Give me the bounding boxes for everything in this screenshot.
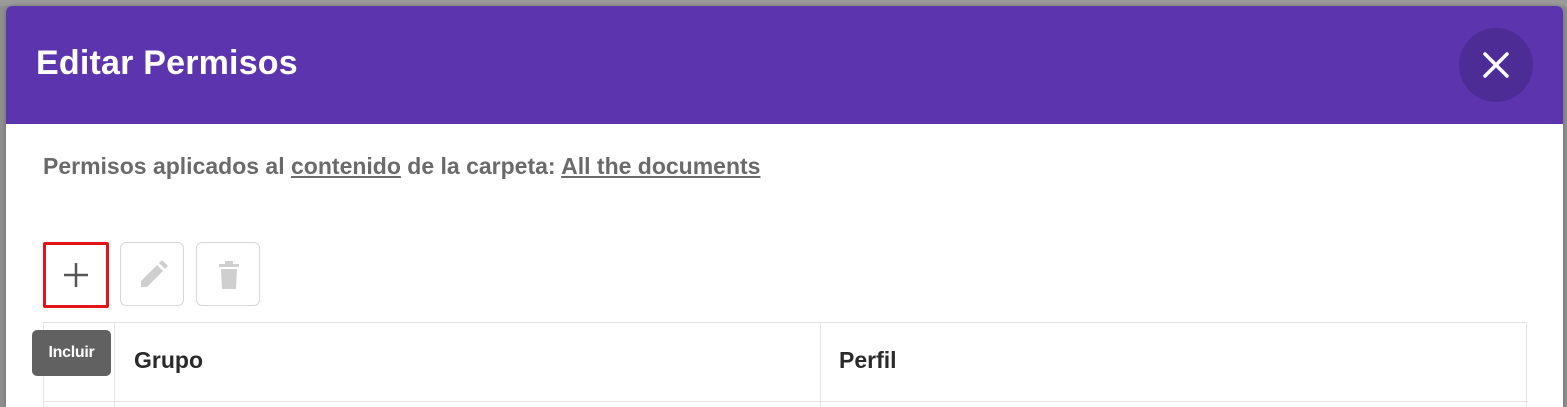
column-header-label: Grupo (134, 347, 203, 373)
edit-permission-button[interactable] (120, 242, 184, 306)
content-link[interactable]: contenido (291, 153, 401, 179)
description-middle: de la carpeta: (400, 153, 562, 179)
column-header-grupo[interactable]: Grupo (114, 323, 821, 407)
permissions-table: Grupo Perfil (43, 322, 1528, 407)
folder-link[interactable]: All the documents (561, 153, 760, 179)
edit-permissions-dialog: Editar Permisos Permisos aplicados al co… (6, 6, 1563, 407)
dialog-header: Editar Permisos (6, 6, 1563, 124)
pencil-icon (141, 260, 168, 287)
plus-icon (64, 263, 88, 287)
add-permission-button[interactable] (43, 242, 109, 308)
trash-icon (219, 261, 239, 289)
dialog-title: Editar Permisos (36, 44, 298, 82)
description-prefix: Permisos aplicados al (43, 153, 292, 179)
close-button[interactable] (1459, 28, 1533, 102)
column-header-label: Perfil (839, 347, 897, 373)
delete-permission-button[interactable] (196, 242, 260, 306)
permissions-description: Permisos aplicados al contenido de la ca… (43, 153, 760, 180)
add-tooltip: Incluir (32, 330, 111, 376)
header-divider (44, 401, 1528, 402)
close-icon (1483, 52, 1509, 78)
column-header-perfil[interactable]: Perfil (821, 323, 1526, 407)
